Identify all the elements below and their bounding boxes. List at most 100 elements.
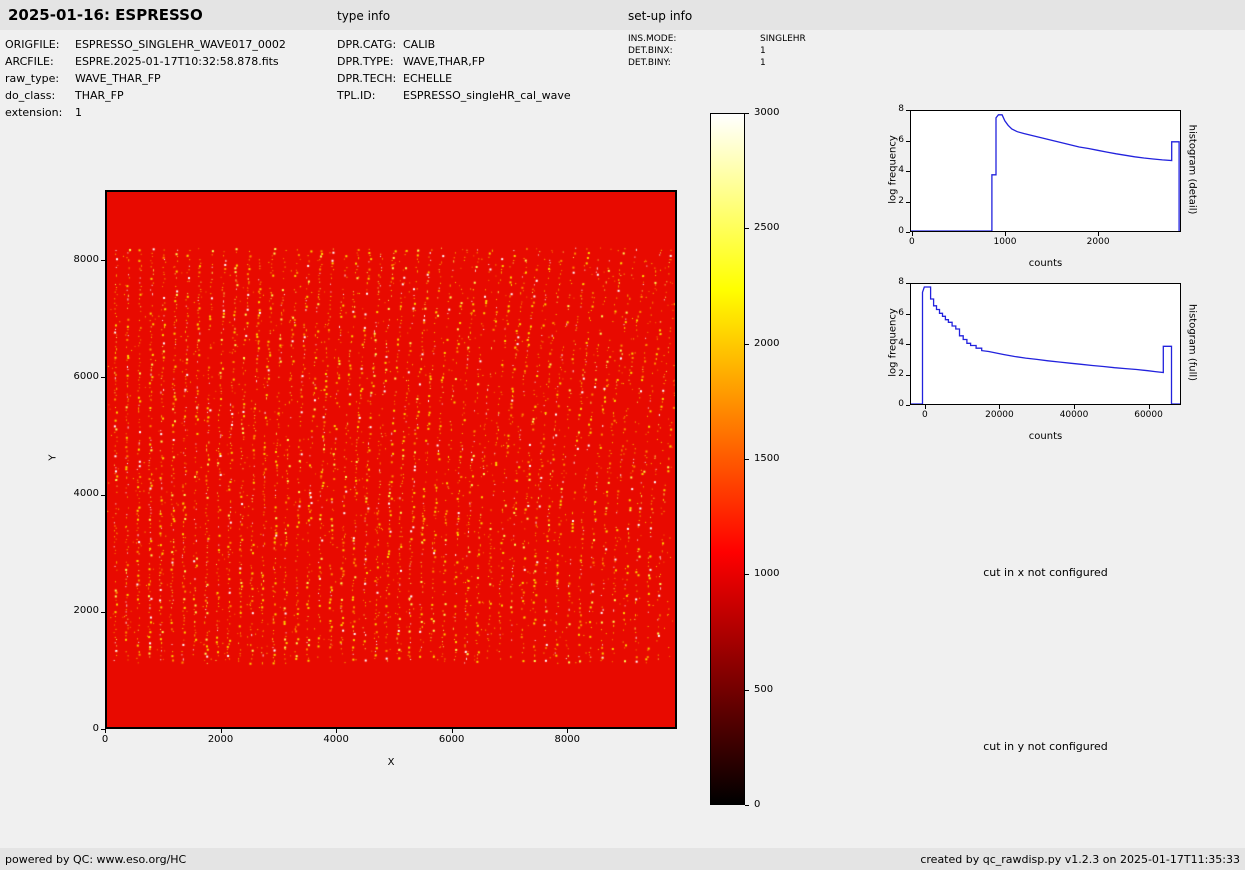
- x-tick-mark: [336, 729, 337, 733]
- field-label: extension:: [5, 104, 75, 121]
- file-info-row: do_class: THAR_FP: [5, 87, 286, 104]
- field-label: TPL.ID:: [337, 87, 403, 104]
- field-value: WAVE,THAR,FP: [403, 53, 485, 70]
- y-tick-label: 8: [860, 104, 904, 114]
- y-tick-mark: [906, 141, 910, 142]
- y-tick-label: 4: [860, 165, 904, 175]
- x-tick-mark: [105, 729, 106, 733]
- y-tick-label: 6: [860, 135, 904, 145]
- field-value: 1: [760, 57, 766, 69]
- cut-in-x-message: cut in x not configured: [910, 566, 1181, 579]
- colorbar-tick-label: 500: [754, 684, 798, 695]
- y-tick-label: 6: [860, 308, 904, 318]
- file-info-row: raw_type: WAVE_THAR_FP: [5, 70, 286, 87]
- y-tick-label: 4000: [55, 488, 99, 499]
- x-tick-label: 4000: [311, 734, 361, 745]
- y-tick-mark: [906, 202, 910, 203]
- file-info-row: ARCFILE: ESPRE.2025-01-17T10:32:58.878.f…: [5, 53, 286, 70]
- colorbar-tick-mark: [745, 228, 749, 229]
- colorbar-tick-mark: [745, 690, 749, 691]
- field-value: CALIB: [403, 36, 435, 53]
- footer-bar: powered by QC: www.eso.org/HC created by…: [0, 848, 1245, 870]
- histogram-full-plot: [910, 283, 1181, 405]
- x-tick-label: 0: [900, 410, 950, 420]
- y-tick-mark: [906, 283, 910, 284]
- x-tick-mark: [999, 405, 1000, 409]
- y-tick-mark: [906, 171, 910, 172]
- field-label: do_class:: [5, 87, 75, 104]
- y-tick-mark: [906, 375, 910, 376]
- field-value: THAR_FP: [75, 87, 124, 104]
- field-label: raw_type:: [5, 70, 75, 87]
- field-value: ESPRESSO_SINGLEHR_WAVE017_0002: [75, 36, 286, 53]
- colorbar-tick-mark: [745, 113, 749, 114]
- field-value: ECHELLE: [403, 70, 452, 87]
- field-label: DPR.CATG:: [337, 36, 403, 53]
- footer-right-text: created by qc_rawdisp.py v1.2.3 on 2025-…: [920, 853, 1240, 866]
- colorbar-tick-mark: [745, 574, 749, 575]
- detector-y-axis-label: Y: [48, 438, 59, 478]
- field-value: 1: [75, 104, 82, 121]
- y-tick-label: 0: [860, 399, 904, 409]
- x-tick-mark: [221, 729, 222, 733]
- y-tick-mark: [101, 495, 105, 496]
- page-title: 2025-01-16: ESPRESSO: [8, 6, 203, 24]
- histogram-detail-x-axis-label: counts: [910, 258, 1181, 269]
- field-label: INS.MODE:: [628, 33, 760, 45]
- setup-info-row: DET.BINY: 1: [628, 57, 806, 69]
- x-tick-mark: [1005, 232, 1006, 236]
- detector-image-canvas: [107, 192, 675, 727]
- x-tick-mark: [912, 232, 913, 236]
- type-info-block: DPR.CATG: CALIB DPR.TYPE: WAVE,THAR,FP D…: [337, 36, 571, 104]
- histogram-detail-title: histogram (detail): [1187, 115, 1198, 225]
- histogram-detail-plot: [910, 110, 1181, 232]
- histogram-full-title: histogram (full): [1187, 288, 1198, 398]
- y-tick-label: 4: [860, 338, 904, 348]
- footer-left-text: powered by QC: www.eso.org/HC: [5, 853, 186, 866]
- x-tick-mark: [452, 729, 453, 733]
- colorbar-tick-label: 3000: [754, 107, 798, 118]
- y-tick-mark: [101, 377, 105, 378]
- file-info-block: ORIGFILE: ESPRESSO_SINGLEHR_WAVE017_0002…: [5, 36, 286, 121]
- x-tick-label: 6000: [427, 734, 477, 745]
- setup-info-row: INS.MODE: SINGLEHR: [628, 33, 806, 45]
- histogram-line: [911, 284, 1180, 404]
- colorbar-tick-label: 1000: [754, 568, 798, 579]
- type-info-row: DPR.TECH: ECHELLE: [337, 70, 571, 87]
- field-label: ORIGFILE:: [5, 36, 75, 53]
- colorbar-tick-label: 2000: [754, 338, 798, 349]
- detector-image-plot: [105, 190, 677, 729]
- field-label: DPR.TECH:: [337, 70, 403, 87]
- type-info-row: DPR.CATG: CALIB: [337, 36, 571, 53]
- y-tick-label: 8000: [55, 254, 99, 265]
- field-value: ESPRE.2025-01-17T10:32:58.878.fits: [75, 53, 279, 70]
- colorbar-tick-mark: [745, 344, 749, 345]
- x-tick-label: 2000: [1073, 237, 1123, 247]
- x-tick-label: 1000: [980, 237, 1030, 247]
- field-value: SINGLEHR: [760, 33, 806, 45]
- file-info-row: ORIGFILE: ESPRESSO_SINGLEHR_WAVE017_0002: [5, 36, 286, 53]
- y-tick-label: 6000: [55, 371, 99, 382]
- histogram-full-x-axis-label: counts: [910, 431, 1181, 442]
- y-tick-mark: [101, 260, 105, 261]
- x-tick-label: 60000: [1124, 410, 1174, 420]
- colorbar-tick-label: 2500: [754, 222, 798, 233]
- x-tick-label: 2000: [196, 734, 246, 745]
- field-value: 1: [760, 45, 766, 57]
- x-tick-label: 40000: [1049, 410, 1099, 420]
- x-tick-mark: [1098, 232, 1099, 236]
- setup-info-block: INS.MODE: SINGLEHR DET.BINX: 1 DET.BINY:…: [628, 33, 806, 69]
- y-tick-mark: [906, 110, 910, 111]
- colorbar-tick-mark: [745, 805, 749, 806]
- field-value: ESPRESSO_singleHR_cal_wave: [403, 87, 571, 104]
- field-label: DET.BINY:: [628, 57, 760, 69]
- y-tick-label: 2: [860, 369, 904, 379]
- detector-x-axis-label: X: [105, 757, 677, 768]
- x-tick-mark: [925, 405, 926, 409]
- y-tick-mark: [906, 344, 910, 345]
- qc-report-page: 2025-01-16: ESPRESSO type info set-up in…: [0, 0, 1245, 870]
- cut-in-y-message: cut in y not configured: [910, 740, 1181, 753]
- x-tick-label: 8000: [542, 734, 592, 745]
- header-bar: 2025-01-16: ESPRESSO type info set-up in…: [0, 0, 1245, 30]
- x-tick-label: 0: [80, 734, 130, 745]
